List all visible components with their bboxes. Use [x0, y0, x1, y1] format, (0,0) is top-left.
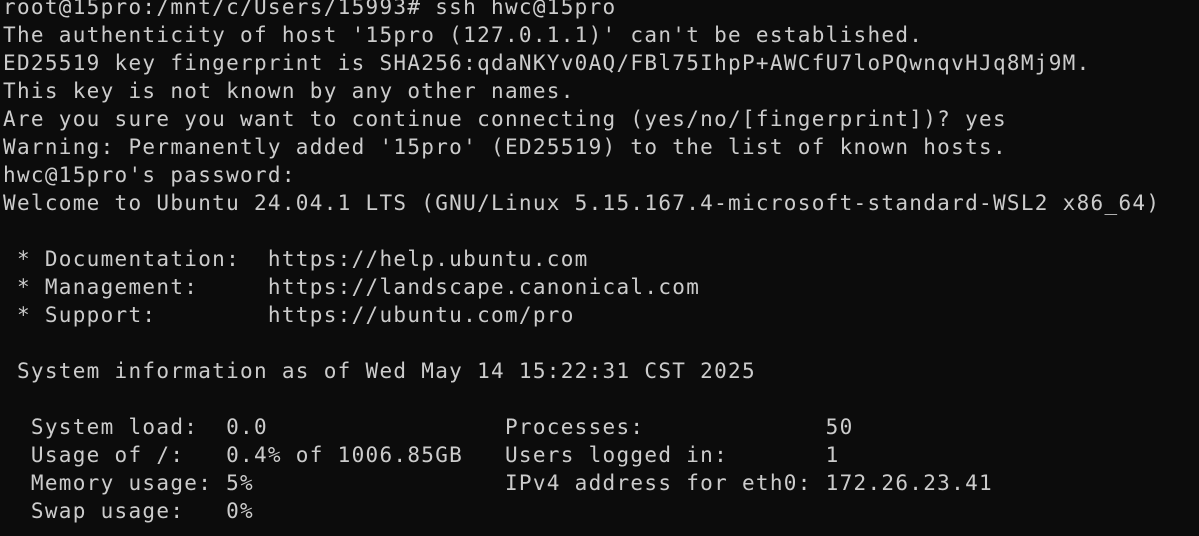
terminal-line-authenticity-warning: The authenticity of host '15pro (127.0.1… — [3, 23, 924, 47]
terminal-window[interactable]: root@15pro:/mnt/c/Users/15993# ssh hwc@1… — [0, 0, 1199, 529]
terminal-line-swap-usage: Swap usage: 0% — [3, 499, 254, 523]
terminal-line-system-info-header: System information as of Wed May 14 15:2… — [3, 359, 756, 383]
terminal-line-management-link: * Management: https://landscape.canonica… — [3, 275, 701, 299]
terminal-line-key-fingerprint: ED25519 key fingerprint is SHA256:qdaNKY… — [3, 51, 1091, 75]
terminal-line-continue-prompt: Are you sure you want to continue connec… — [3, 107, 1007, 131]
terminal-line-disk-usage: Usage of /: 0.4% of 1006.85GB Users logg… — [3, 443, 840, 467]
terminal-line-support-link: * Support: https://ubuntu.com/pro — [3, 303, 575, 327]
terminal-line-known-hosts-warning: Warning: Permanently added '15pro' (ED25… — [3, 135, 1007, 159]
terminal-line-password-prompt: hwc@15pro's password: — [3, 163, 296, 187]
terminal-line-documentation-link: * Documentation: https://help.ubuntu.com — [3, 247, 589, 271]
terminal-line-ssh-command: root@15pro:/mnt/c/Users/15993# ssh hwc@1… — [3, 0, 617, 19]
terminal-line-key-unknown: This key is not known by any other names… — [3, 79, 575, 103]
terminal-line-system-load: System load: 0.0 Processes: 50 — [3, 415, 854, 439]
terminal-line-memory-usage: Memory usage: 5% IPv4 address for eth0: … — [3, 471, 993, 495]
terminal-line-welcome: Welcome to Ubuntu 24.04.1 LTS (GNU/Linux… — [3, 191, 1161, 215]
